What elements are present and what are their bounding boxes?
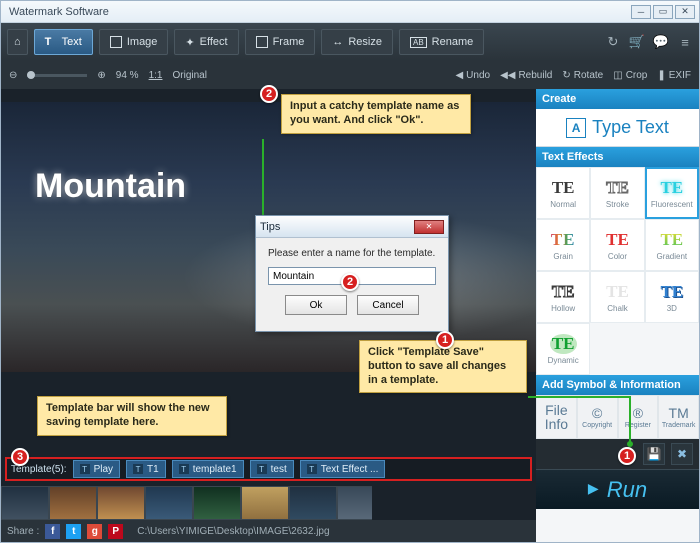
symbol-fileinfo[interactable]: File Info (536, 395, 577, 439)
badge-3: 3 (11, 448, 29, 466)
window-title: Watermark Software (5, 6, 631, 18)
home-button[interactable]: ⌂ (7, 29, 28, 55)
dialog-titlebar[interactable]: Tips ✕ (256, 216, 448, 238)
minimize-button[interactable]: ─ (631, 5, 651, 19)
type-text-icon: A (566, 118, 586, 138)
resize-tab[interactable]: ↔Resize (321, 29, 393, 55)
file-path: C:\Users\YIMIGE\Desktop\IMAGE\2632.jpg (137, 526, 329, 537)
template-delete-button[interactable]: ✖ (671, 443, 693, 465)
rebuild-button[interactable]: ◀◀Rebuild (500, 70, 552, 81)
text-effects-header: Text Effects (536, 147, 699, 167)
badge-2a: 2 (260, 85, 278, 103)
zoom-ratio[interactable]: 1:1 (149, 70, 163, 81)
menu-icon[interactable]: ≡ (677, 34, 693, 50)
rotate-icon: ↻ (562, 70, 570, 81)
crop-button[interactable]: ◫Crop (613, 70, 647, 81)
exif-icon: ❚ (657, 70, 665, 81)
run-button[interactable]: Run (536, 469, 699, 509)
zoom-out-icon[interactable]: ⊖ (9, 70, 17, 81)
text-effect-fluorescent[interactable]: TEFluorescent (645, 167, 699, 219)
badge-1a: 1 (436, 331, 454, 349)
main-toolbar: ⌂ TText Image ✦Effect Frame ↔Resize ABRe… (1, 23, 699, 61)
rotate-button[interactable]: ↻Rotate (562, 70, 603, 81)
zoom-percent: 94 % (116, 70, 139, 81)
text-effect-grain[interactable]: TEGrain (536, 219, 590, 271)
right-panel: Create A Type Text Text Effects TENormal… (536, 89, 699, 542)
undo-button[interactable]: ◀Undo (455, 70, 490, 81)
rename-tab[interactable]: ABRename (399, 29, 484, 55)
text-effect-chalk[interactable]: TEChalk (590, 271, 644, 323)
dialog-close-button[interactable]: ✕ (414, 220, 444, 234)
gplus-icon[interactable]: g (87, 524, 102, 539)
symbol-register[interactable]: ®Register (618, 395, 659, 439)
text-effect-hollow[interactable]: TEHollow (536, 271, 590, 323)
watermark-text[interactable]: Mountain (35, 167, 186, 206)
effect-icon: ✦ (185, 36, 194, 49)
add-symbol-header: Add Symbol & Information (536, 375, 699, 395)
rename-icon: AB (410, 37, 427, 48)
badge-2b: 2 (341, 273, 359, 291)
dialog-title: Tips (260, 221, 280, 233)
refresh-icon[interactable]: ↻ (605, 34, 621, 50)
template-bar: Template(5): TPlayTT1Ttemplate1TtestTTex… (5, 457, 532, 481)
zoom-slider[interactable] (27, 74, 87, 77)
close-button[interactable]: ✕ (675, 5, 695, 19)
zoom-ratio-label: Original (172, 70, 206, 81)
callout-2: Input a catchy template name as you want… (281, 94, 471, 134)
frame-icon (256, 36, 268, 48)
frame-tab[interactable]: Frame (245, 29, 316, 55)
ok-button[interactable]: Ok (285, 295, 347, 315)
image-tab[interactable]: Image (99, 29, 169, 55)
template-item[interactable]: TPlay (73, 460, 120, 478)
badge-1b: 1 (618, 447, 636, 465)
undo-icon: ◀ (455, 70, 463, 81)
template-save-button[interactable]: 💾 (643, 443, 665, 465)
rebuild-icon: ◀◀ (500, 70, 515, 81)
template-item[interactable]: TT1 (126, 460, 166, 478)
symbol-copyright[interactable]: ©Copyright (577, 395, 618, 439)
thumbnail-strip[interactable] (1, 486, 372, 520)
zoom-bar: ⊖ ⊕ 94 % 1:1 Original ◀Undo ◀◀Rebuild ↻R… (1, 61, 699, 89)
template-item[interactable]: TText Effect ... (300, 460, 386, 478)
pinterest-icon[interactable]: P (108, 524, 123, 539)
image-icon (110, 36, 122, 48)
dialog-message: Please enter a name for the template. (268, 248, 436, 259)
text-icon: T (45, 36, 57, 48)
text-effect-gradient[interactable]: TEGradient (645, 219, 699, 271)
home-icon: ⌂ (14, 36, 21, 48)
crop-icon: ◫ (613, 70, 622, 81)
callout-3: Template bar will show the new saving te… (37, 396, 227, 436)
exif-button[interactable]: ❚EXIF (657, 70, 691, 81)
template-item[interactable]: Ttemplate1 (172, 460, 244, 478)
symbol-trademark[interactable]: TMTrademark (658, 395, 699, 439)
type-text-button[interactable]: A Type Text (536, 109, 699, 147)
maximize-button[interactable]: ▭ (653, 5, 673, 19)
cancel-button[interactable]: Cancel (357, 295, 419, 315)
share-bar: Share : f t g P C:\Users\YIMIGE\Desktop\… (1, 520, 536, 542)
text-effect-3d[interactable]: TE3D (645, 271, 699, 323)
twitter-icon[interactable]: t (66, 524, 81, 539)
share-label: Share : (7, 526, 39, 537)
text-effect-stroke[interactable]: TEStroke (590, 167, 644, 219)
resize-icon: ↔ (332, 36, 343, 48)
window-controls: ─ ▭ ✕ (631, 5, 695, 19)
zoom-in-icon[interactable]: ⊕ (97, 70, 105, 81)
text-effect-color[interactable]: TEColor (590, 219, 644, 271)
create-header: Create (536, 89, 699, 109)
text-effect-normal[interactable]: TENormal (536, 167, 590, 219)
template-item[interactable]: Ttest (250, 460, 294, 478)
text-effect-dynamic[interactable]: TEDynamic (536, 323, 590, 375)
facebook-icon[interactable]: f (45, 524, 60, 539)
window-titlebar: Watermark Software ─ ▭ ✕ (1, 1, 699, 23)
text-tab[interactable]: TText (34, 29, 93, 55)
chat-icon[interactable]: 💬 (653, 34, 669, 50)
effect-tab[interactable]: ✦Effect (174, 29, 238, 55)
cart-icon[interactable]: 🛒 (629, 34, 645, 50)
